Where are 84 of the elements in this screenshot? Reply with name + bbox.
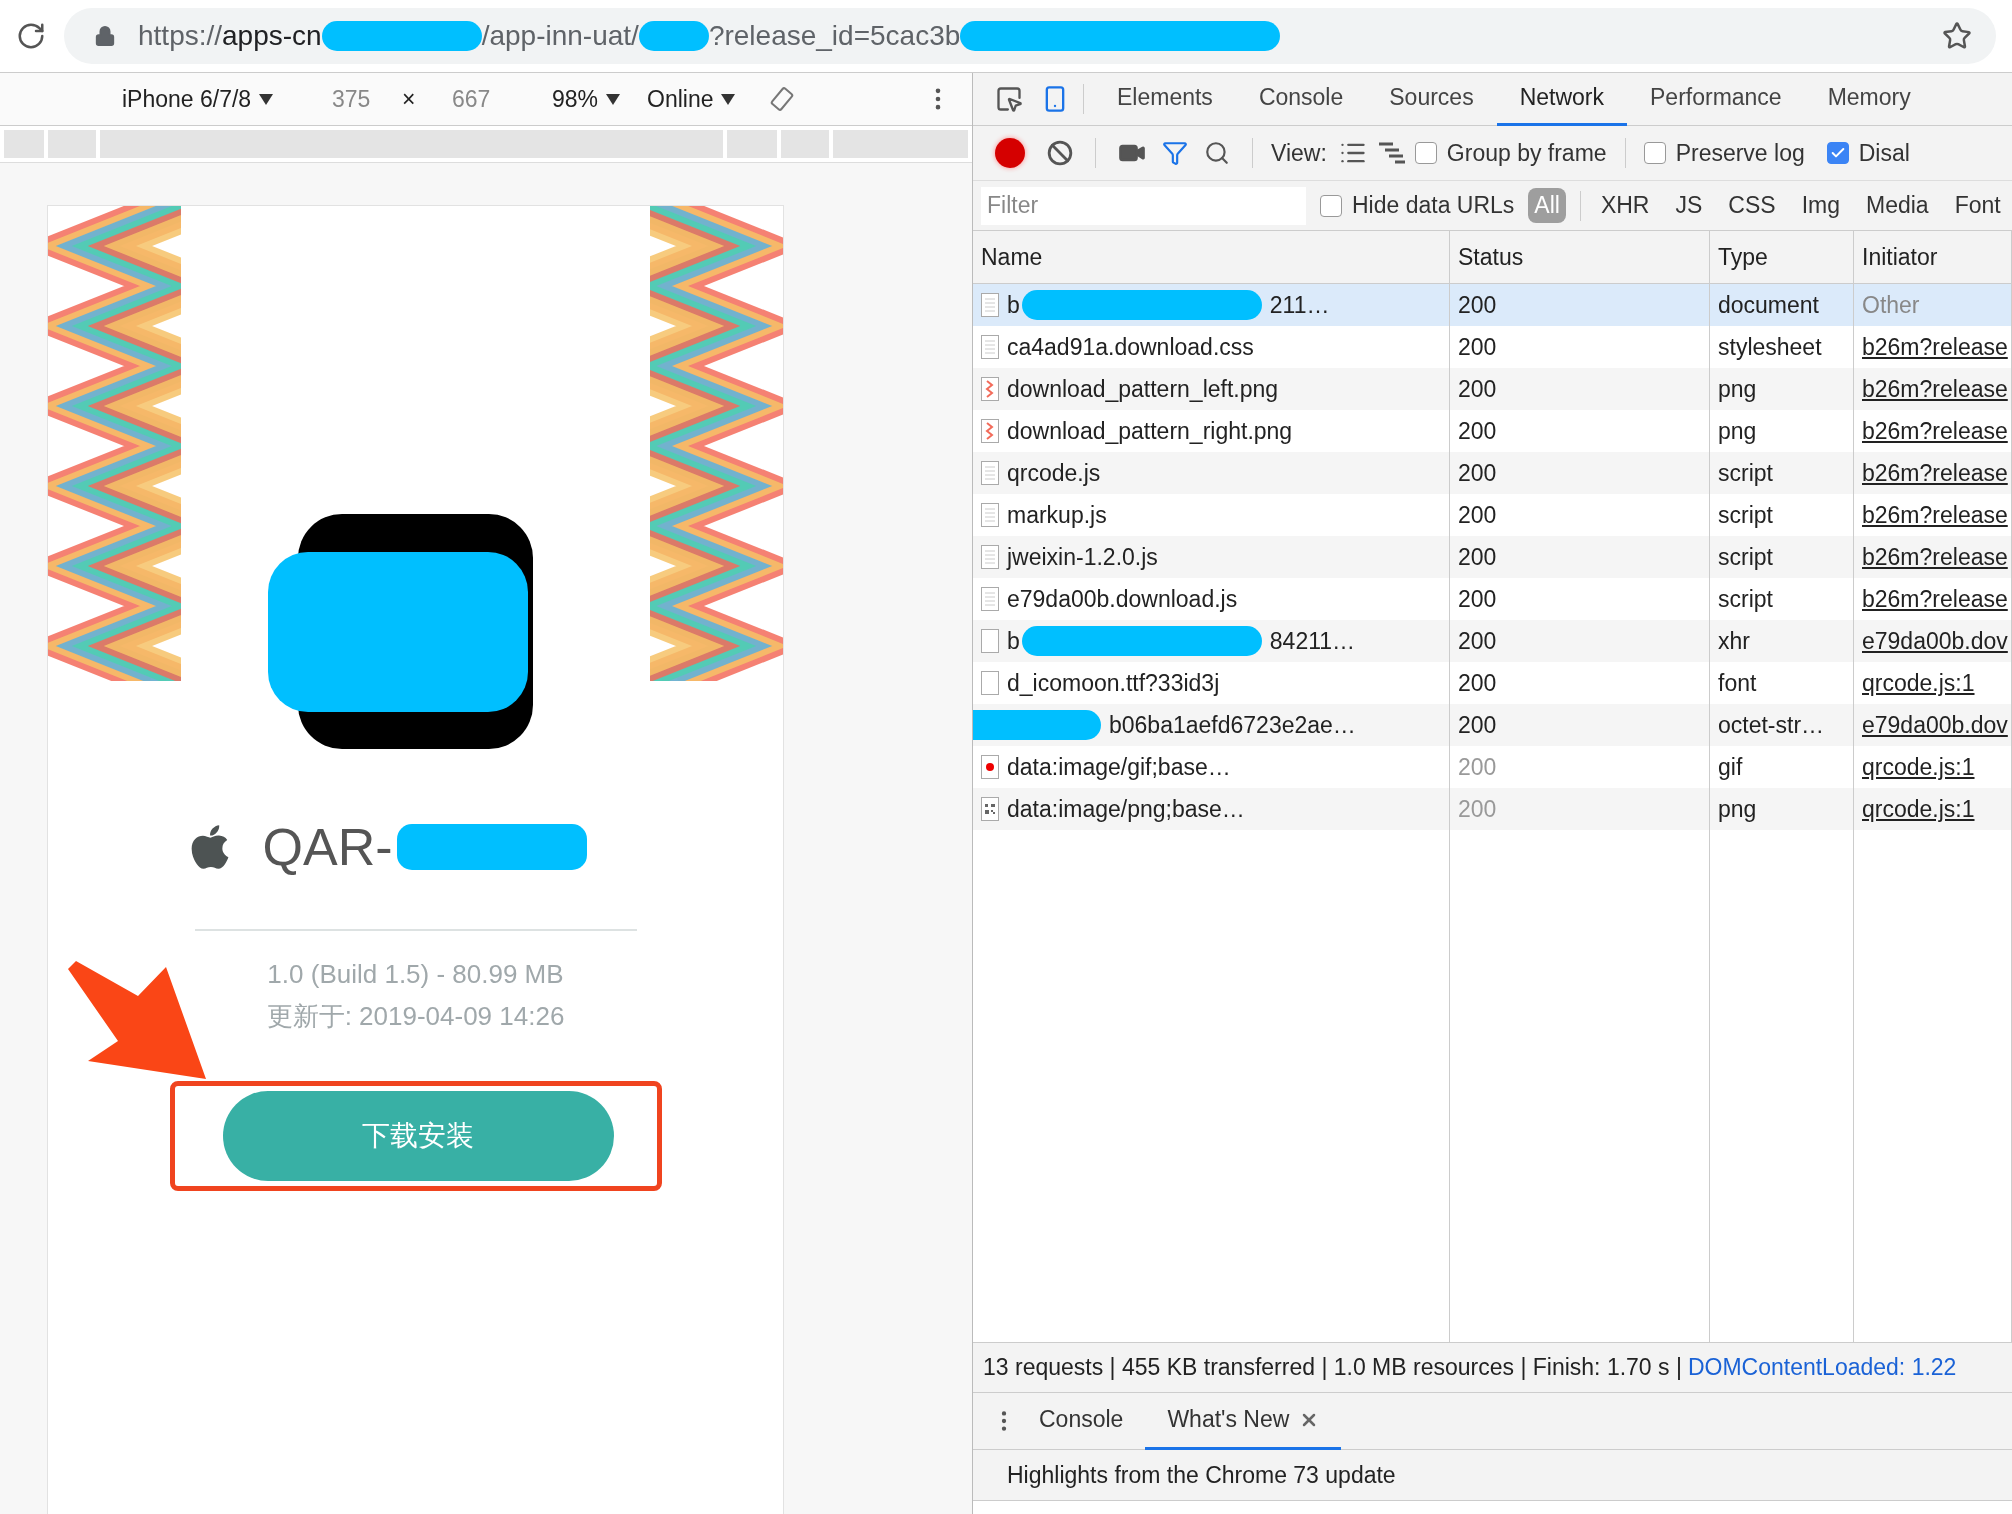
app-name: QAR- (262, 817, 393, 877)
type-filter[interactable]: XHR (1594, 188, 1656, 223)
type-filter[interactable]: JS (1669, 188, 1709, 223)
update-date: 更新于: 2019-04-09 14:26 (266, 1000, 565, 1033)
request-row[interactable]: download_pattern_left.png 200 png b26m?release (973, 368, 2012, 410)
column-header[interactable]: Status (1450, 231, 1710, 283)
request-name: b06ba1aefd6723e2ae… (1109, 711, 1356, 739)
request-name: b (1007, 627, 1020, 655)
filter-field[interactable]: Filter (981, 186, 1306, 225)
file-icon (981, 587, 999, 611)
request-name: download_pattern_right.png (1007, 417, 1293, 445)
zoom-select[interactable]: 98% (552, 85, 647, 113)
url-text: ?release_id=5cac3b (708, 20, 961, 52)
checkbox[interactable] (1320, 194, 1342, 217)
reload-icon[interactable] (16, 21, 46, 51)
request-name: 84211… (1269, 627, 1356, 655)
network-select[interactable]: Online (647, 85, 767, 113)
request-name: e79da00b.download.js (1007, 585, 1238, 613)
blank-file-icon (981, 629, 999, 653)
column-header[interactable]: Name (973, 231, 1450, 283)
request-name: d_icomoon.ttf?33id3j (1007, 669, 1220, 697)
checkbox-label: Group by frame (1446, 139, 1607, 167)
column-header[interactable]: Initiator (1854, 231, 2012, 283)
file-icon (981, 503, 999, 527)
device-select[interactable]: iPhone 6/7/8 (122, 85, 332, 113)
request-row[interactable]: b06ba1aefd6723e2ae… 200 octet-str… e79da00b.dov (973, 704, 2012, 746)
request-name: jweixin-1.2.0.js (1007, 543, 1158, 571)
request-name: ca4ad91a.download.css (1007, 333, 1254, 361)
address-bar[interactable]: https://apps-cn /app-inn-uat/ ?release_id=5cac3b (64, 8, 1996, 64)
request-name: qrcode.js (1007, 459, 1101, 487)
record-button[interactable] (995, 138, 1025, 168)
checkbox-label: Preserve log (1675, 139, 1805, 167)
request-row[interactable]: qrcode.js 200 script b26m?release (973, 452, 2012, 494)
file-icon (981, 461, 999, 485)
type-filter[interactable]: Media (1859, 188, 1935, 223)
view-label: View: (1271, 139, 1327, 167)
devtools-tab[interactable]: Elements (1094, 72, 1236, 126)
type-filter[interactable]: Img (1795, 188, 1846, 223)
checkbox-label: Disal (1858, 139, 1910, 167)
gif-thumbnail-icon (981, 755, 999, 779)
file-icon (981, 545, 999, 569)
bookmark-star-icon[interactable] (1942, 21, 1972, 51)
times-sign: × (402, 85, 417, 113)
request-row[interactable]: data:image/png;base… 200 png qrcode.js:1 (973, 788, 2012, 830)
checkbox[interactable] (1643, 142, 1666, 164)
summary-text: 13 requests | 455 KB transferred | 1.0 MB resources | Finish: 1.70 s | (983, 1354, 1682, 1381)
status-cell: 200 (1450, 788, 1710, 830)
initiator-link[interactable]: qrcode.js:1 (1854, 788, 2012, 830)
whats-new-text: Highlights from the Chrome 73 update (973, 1450, 2012, 1501)
checkbox[interactable] (1414, 142, 1437, 164)
devtools-tab[interactable]: Sources (1366, 72, 1497, 126)
request-name: data:image/gif;base… (1007, 753, 1231, 781)
request-name: download_pattern_left.png (1007, 375, 1279, 403)
request-name: data:image/png;base… (1007, 795, 1245, 823)
devtools-tab[interactable]: Performance (1627, 72, 1805, 126)
blank-file-icon (981, 671, 999, 695)
version-info: 1.0 (Build 1.5) - 80.99 MB (267, 958, 564, 991)
qr-thumbnail-icon (981, 797, 999, 821)
url-text: https:// (138, 20, 223, 52)
domcontentloaded-link[interactable]: DOMContentLoaded: 1.22 (1687, 1354, 1957, 1381)
redaction-mark (638, 21, 709, 51)
request-name: 211… (1269, 291, 1330, 319)
devtools-tab[interactable]: Memory (1804, 72, 1934, 126)
url-text: /app-inn-uat/ (481, 20, 639, 52)
devtools-tab[interactable]: Console (1235, 72, 1367, 126)
url-text: apps-cn (222, 20, 322, 52)
file-icon (981, 335, 999, 359)
image-file-icon (981, 419, 999, 443)
checkbox-label: Hide data URLs (1352, 192, 1515, 219)
checkbox[interactable] (1826, 142, 1849, 164)
image-file-icon (981, 377, 999, 401)
waterfall-icon[interactable] (1378, 142, 1407, 164)
type-filter[interactable]: Font (1948, 188, 2007, 223)
type-cell: png (1710, 788, 1854, 830)
file-icon (981, 293, 999, 317)
request-name: markup.js (1007, 501, 1107, 529)
request-row[interactable]: jweixin-1.2.0.js 200 script b26m?release (973, 536, 2012, 578)
request-name: b (1007, 291, 1020, 319)
lock-icon (94, 25, 116, 47)
request-row[interactable]: b 211… 200 document Other (973, 284, 2012, 326)
column-header[interactable]: Type (1710, 231, 1854, 283)
type-filter[interactable]: CSS (1722, 188, 1782, 223)
request-row[interactable]: b 84211… 200 xhr e79da00b.dov (973, 620, 2012, 662)
drawer-tab[interactable]: Console (1017, 1392, 1146, 1450)
